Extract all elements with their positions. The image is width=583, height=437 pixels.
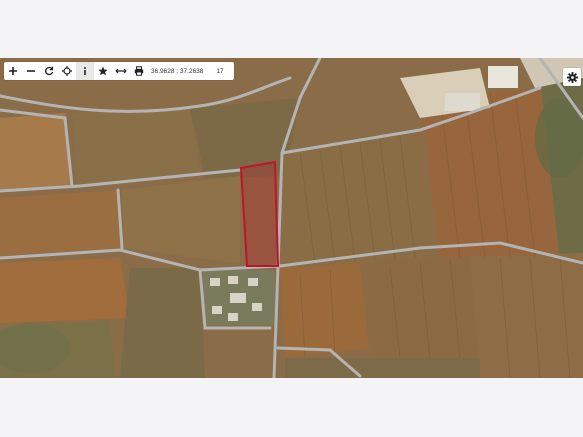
- field: [0, 258, 130, 323]
- field: [360, 256, 480, 358]
- gear-icon: [566, 71, 578, 83]
- minus-icon: [27, 70, 35, 72]
- crosshair-icon: [62, 66, 72, 76]
- zoom-level: 17: [216, 67, 224, 75]
- favorite-button[interactable]: [94, 62, 112, 80]
- star-icon: [98, 66, 108, 76]
- highlighted-parcel[interactable]: [239, 160, 280, 267]
- building: [488, 66, 518, 88]
- map-toolbar: 36.9628 : 37.2638 17: [4, 62, 234, 80]
- field: [0, 190, 122, 256]
- refresh-button[interactable]: [40, 62, 58, 80]
- field: [72, 108, 200, 184]
- plus-icon: [9, 67, 17, 75]
- info-button[interactable]: [76, 62, 94, 80]
- measure-icon: [115, 68, 127, 74]
- refresh-icon: [45, 66, 54, 76]
- field: [0, 113, 72, 191]
- zoom-in-button[interactable]: [4, 62, 22, 80]
- locate-button[interactable]: [58, 62, 76, 80]
- info-icon: [84, 67, 86, 75]
- zoom-out-button[interactable]: [22, 62, 40, 80]
- building: [445, 93, 480, 111]
- field: [470, 253, 583, 378]
- satellite-map[interactable]: [0, 58, 583, 378]
- print-button[interactable]: [130, 62, 148, 80]
- coordinates-readout: 36.9628 : 37.2638: [151, 67, 204, 75]
- measure-button[interactable]: [112, 62, 130, 80]
- map-viewport[interactable]: [0, 58, 583, 378]
- field: [280, 263, 370, 358]
- field: [120, 268, 205, 378]
- print-icon: [134, 66, 144, 76]
- settings-button[interactable]: [563, 68, 581, 86]
- field: [285, 358, 480, 378]
